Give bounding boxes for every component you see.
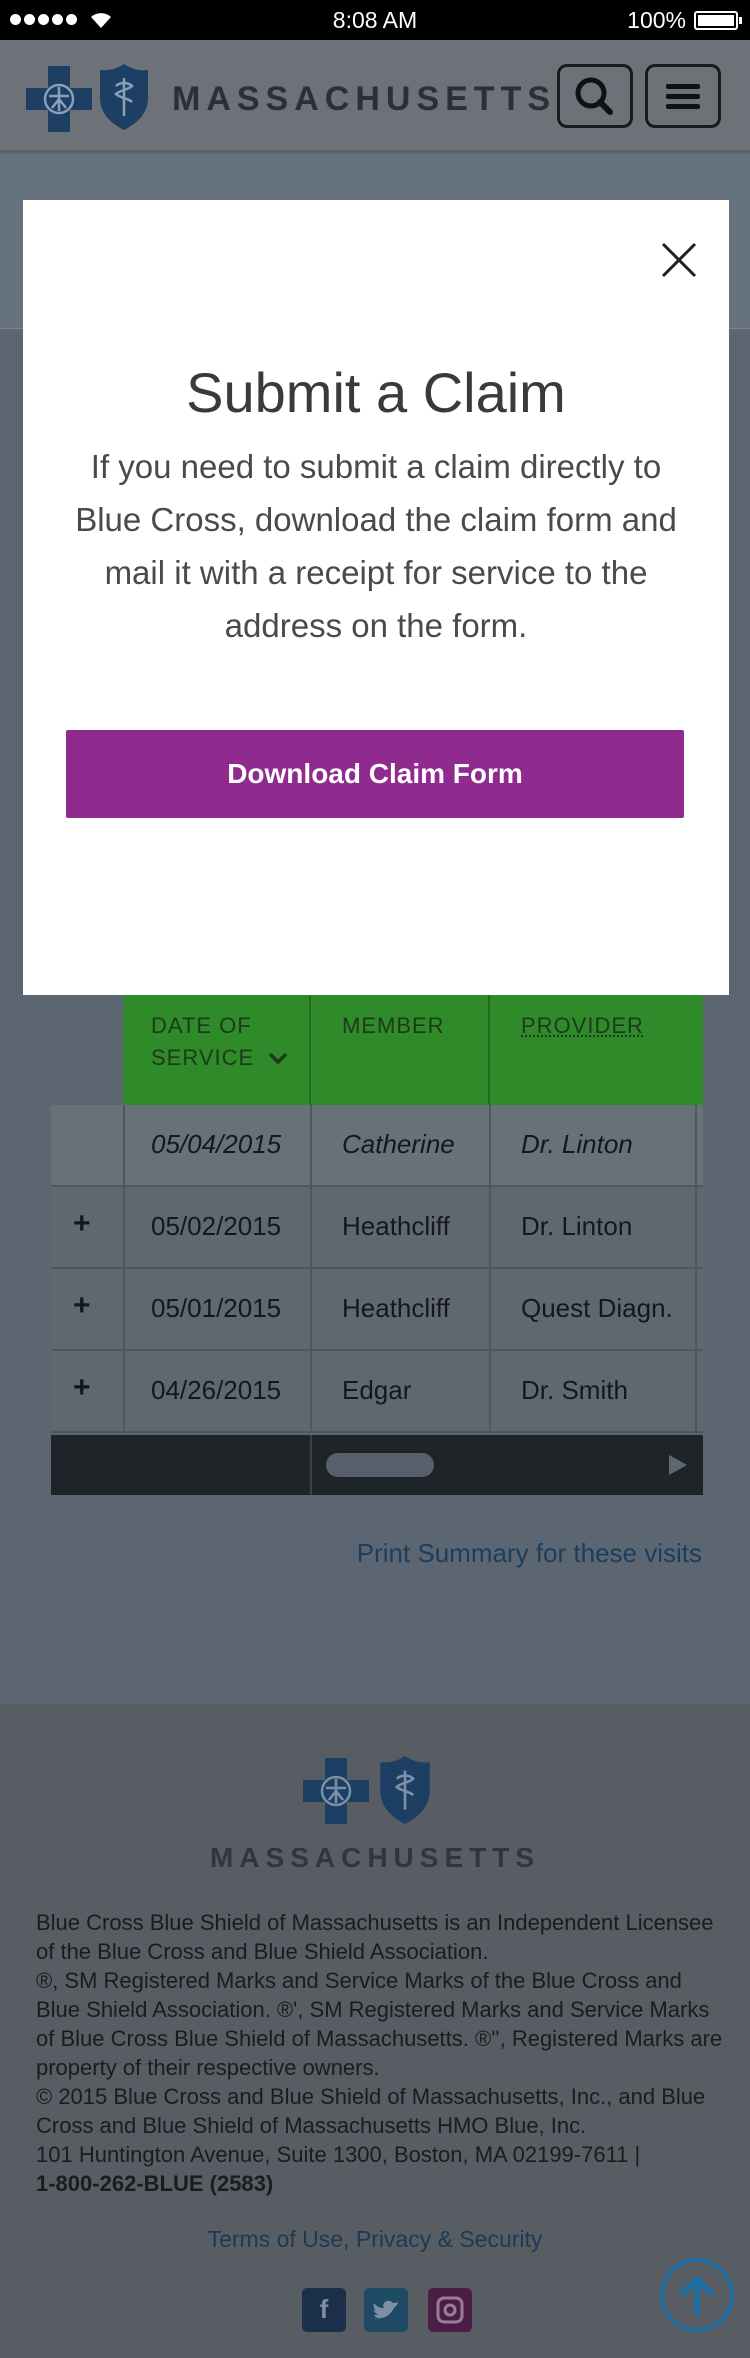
close-icon [661,242,697,278]
submit-claim-modal: Submit a Claim If you need to submit a c… [23,200,729,995]
cell-provider: Dr. Linton [521,1211,633,1241]
expand-row-icon[interactable]: + [73,1289,91,1323]
blue-cross-logo-icon [303,1758,369,1824]
battery-icon [694,11,742,30]
cell-member: Heathcliff [342,1211,450,1241]
arrow-up-circle-icon [680,2276,714,2316]
footer-phone[interactable]: 1-800-262-BLUE (2583) [36,2169,726,2198]
scroll-right-arrow-icon[interactable] [669,1455,687,1475]
facebook-icon[interactable]: f [302,2288,346,2332]
cell-provider: Dr. Linton [521,1129,633,1159]
twitter-icon[interactable] [364,2288,408,2332]
search-button[interactable] [557,64,633,128]
status-bar: 8:08 AM 100% [0,0,750,40]
cell-member: Edgar [342,1375,412,1405]
modal-close-button[interactable] [655,236,703,284]
blue-cross-logo-icon[interactable] [26,66,92,132]
modal-title: Submit a Claim [186,361,566,424]
search-icon [575,77,613,115]
download-claim-form-button[interactable]: Download Claim Form [66,730,684,818]
cell-date: 05/02/2015 [151,1211,282,1241]
site-header: MASSACHUSETTS [0,40,750,152]
column-header-provider[interactable]: PROVIDER [521,1010,644,1042]
menu-button[interactable] [645,64,721,128]
table-row[interactable]: + 04/26/2015 Edgar Dr. Smith [51,1351,703,1433]
modal-description: If you need to submit a claim directly t… [75,448,677,644]
expand-row-icon[interactable]: + [73,1207,91,1241]
chevron-down-icon [269,1052,288,1065]
cell-provider: Dr. Smith [521,1375,628,1405]
battery-percent: 100% [627,7,686,33]
footer-legal-text: Blue Cross Blue Shield of Massachusetts … [36,1908,726,2198]
cell-member: Heathcliff [342,1293,450,1323]
brand-wordmark: MASSACHUSETTS [172,80,557,118]
cell-date: 05/01/2015 [151,1293,282,1323]
scrollbar-thumb[interactable] [326,1453,434,1477]
expand-row-icon[interactable]: + [73,1371,91,1405]
column-header-date-of-service[interactable]: DATE OF SERVICE [151,1010,291,1074]
footer-terms-privacy-link[interactable]: Terms of Use, Privacy & Security [0,2226,750,2253]
site-footer: MASSACHUSETTS Blue Cross Blue Shield of … [0,1704,750,2358]
table-row[interactable]: + 05/02/2015 Heathcliff Dr. Linton [51,1187,703,1269]
footer-licensee-text: Blue Cross Blue Shield of Massachusetts … [36,1910,714,1964]
instagram-icon[interactable] [428,2288,472,2332]
cell-date: 04/26/2015 [151,1375,282,1405]
print-summary-link[interactable]: Print Summary for these visits [357,1538,702,1569]
cell-date: 05/04/2015 [151,1129,282,1159]
column-header-member[interactable]: MEMBER [342,1010,445,1042]
blue-shield-logo-icon [380,1756,430,1824]
table-row[interactable]: 05/04/2015 Catherine Dr. Linton [51,1105,703,1187]
blue-shield-logo-icon[interactable] [98,62,150,132]
table-horizontal-scrollbar[interactable] [51,1435,703,1495]
table-row[interactable]: + 05/01/2015 Heathcliff Quest Diagn. [51,1269,703,1351]
footer-address: 101 Huntington Avenue, Suite 1300, Bosto… [36,2142,641,2167]
back-to-top-button[interactable] [660,2258,734,2332]
footer-brand-wordmark: MASSACHUSETTS [209,1842,540,1873]
cell-member: Catherine [342,1129,455,1159]
cell-provider: Quest Diagn. [521,1293,673,1323]
footer-copyright-text: © 2015 Blue Cross and Blue Shield of Mas… [36,2084,706,2138]
footer-marks-text: ®, SM Registered Marks and Service Marks… [36,1968,723,2080]
